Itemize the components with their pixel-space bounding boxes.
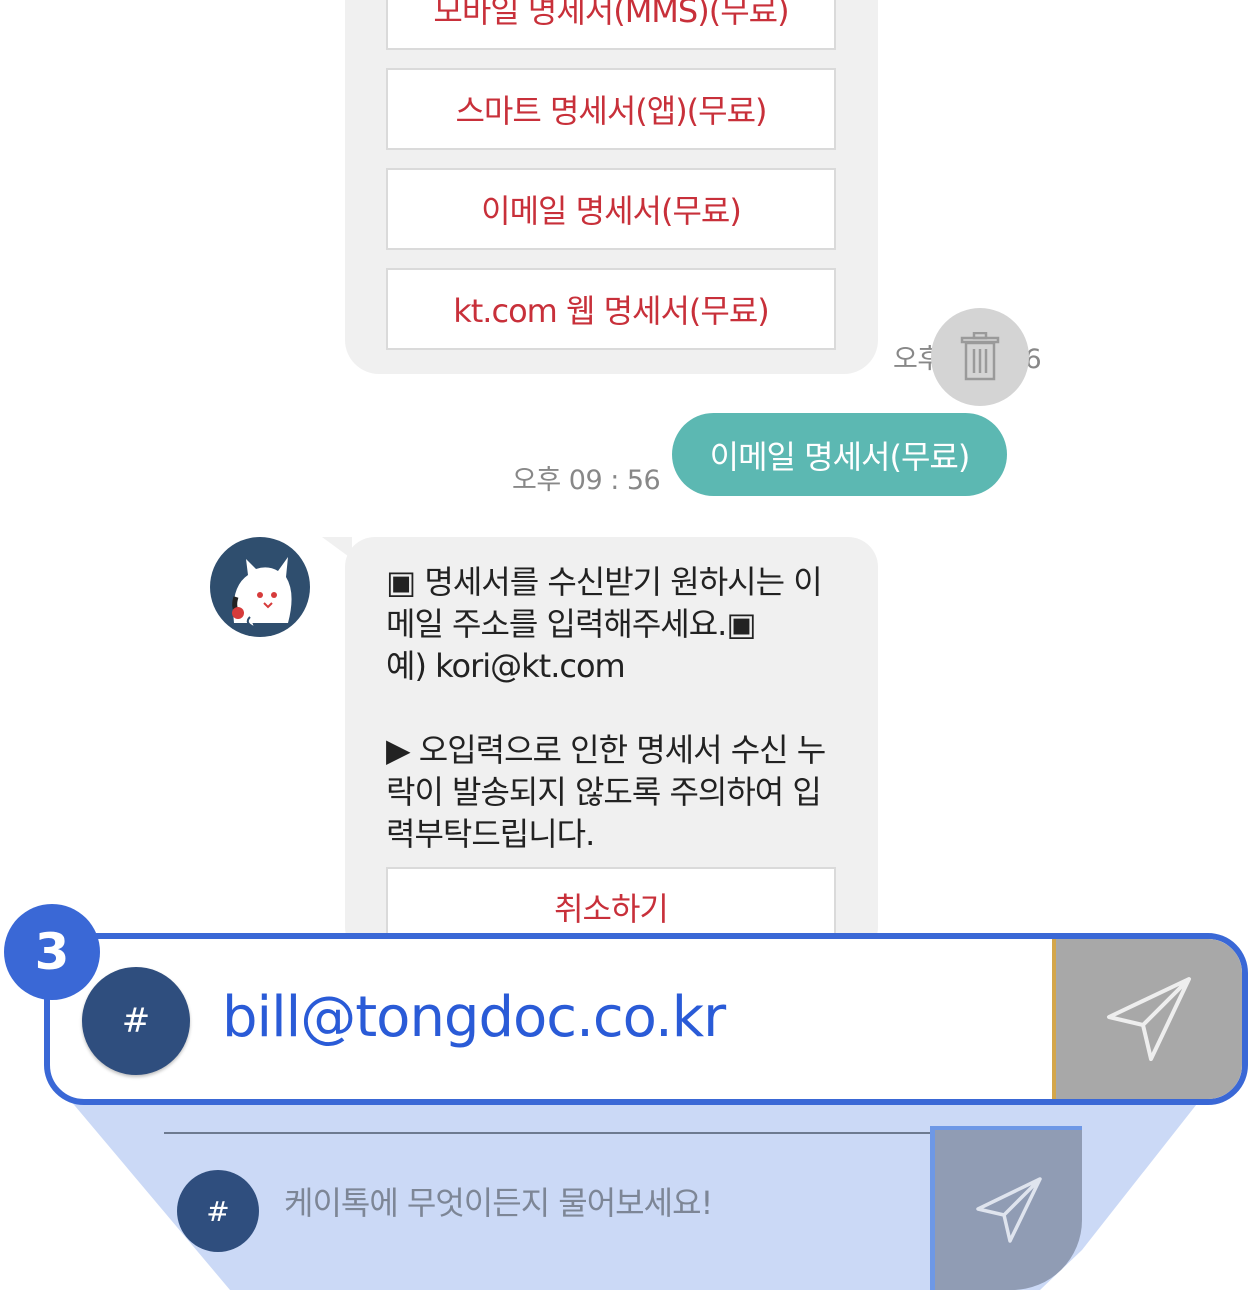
option-email[interactable]: 이메일 명세서(무료) bbox=[386, 168, 836, 250]
bot-line: ▣ 명세서를 수신받기 원하시는 이 bbox=[386, 563, 823, 601]
trash-icon bbox=[960, 332, 1000, 381]
bot-line: 락이 발송되지 않도록 주의하여 입 bbox=[386, 773, 822, 811]
option-smart-app[interactable]: 스마트 명세서(앱)(무료) bbox=[386, 68, 836, 150]
zoomed-chat-input[interactable]: bill@tongdoc.co.kr bbox=[222, 985, 726, 1050]
option-mobile-mms[interactable]: 모바일 명세서(MMS)(무료) bbox=[386, 0, 836, 50]
bot-line: 력부탁드립니다. bbox=[386, 815, 595, 853]
send-icon bbox=[1107, 977, 1191, 1061]
zoomed-hashtag-button[interactable]: # bbox=[82, 967, 190, 1075]
bot-avatar bbox=[210, 537, 310, 637]
user-message-bubble: 이메일 명세서(무료) bbox=[672, 413, 1007, 496]
bot-line: 메일 주소를 입력해주세요.▣ bbox=[386, 605, 757, 643]
chat-input-placeholder[interactable]: 케이톡에 무엇이든지 물어보세요! bbox=[284, 1178, 713, 1224]
step-badge: 3 bbox=[4, 904, 100, 1000]
robot-mascot-icon bbox=[232, 557, 292, 628]
trash-button[interactable] bbox=[931, 308, 1029, 406]
option-web[interactable]: kt.com 웹 명세서(무료) bbox=[386, 268, 836, 350]
zoomed-send-button[interactable] bbox=[1052, 939, 1242, 1099]
bot-line: 예) kori@kt.com bbox=[386, 647, 626, 685]
send-button[interactable] bbox=[930, 1126, 1082, 1290]
user-message-timestamp: 오후 09 : 56 bbox=[512, 465, 661, 496]
send-icon bbox=[975, 1177, 1042, 1243]
hashtag-button[interactable]: # bbox=[177, 1170, 259, 1252]
bot-line: ▶ 오입력으로 인한 명세서 수신 누 bbox=[386, 731, 826, 769]
